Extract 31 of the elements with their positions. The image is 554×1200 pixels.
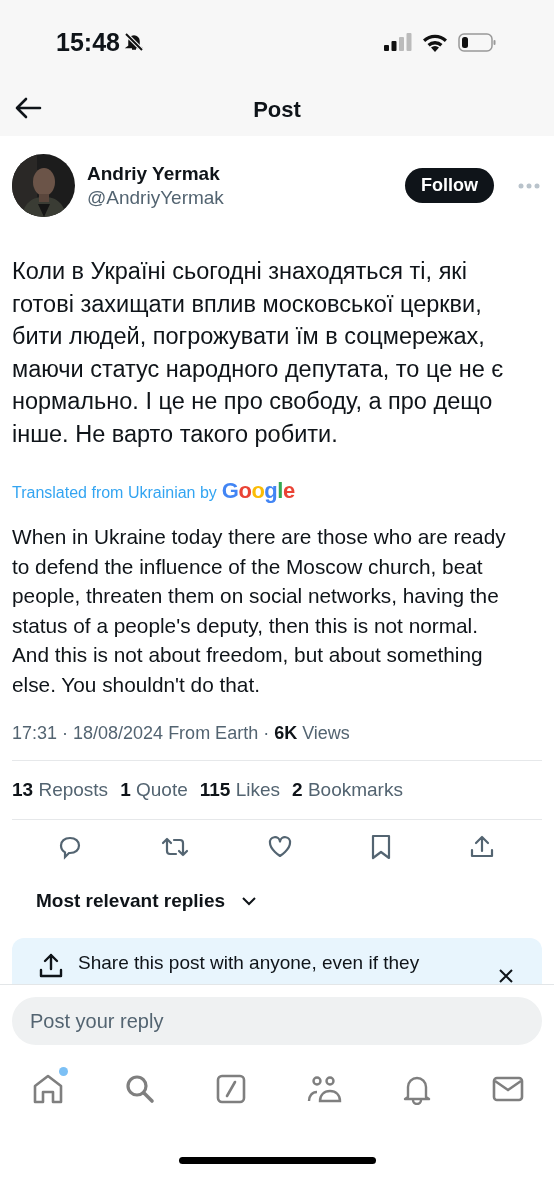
signal-icon bbox=[384, 33, 412, 51]
stat-count[interactable]: 1 Quote bbox=[120, 779, 188, 801]
share-tip-text: Share this post with anyone, even if they bbox=[78, 952, 421, 974]
home-icon[interactable] bbox=[32, 1073, 64, 1105]
follow-button[interactable]: Follow bbox=[405, 168, 494, 203]
search-icon[interactable] bbox=[124, 1073, 156, 1105]
author-name[interactable]: Andriy Yermak bbox=[87, 162, 393, 185]
close-icon[interactable] bbox=[498, 968, 514, 984]
sort-label[interactable]: Most relevant replies bbox=[36, 890, 226, 912]
people-icon[interactable] bbox=[306, 1075, 342, 1103]
bookmark-icon[interactable] bbox=[370, 834, 393, 860]
stat-count[interactable]: 115 Likes bbox=[199, 779, 281, 801]
translated-text: When in Ukraine today there are those who are ready to defend the influence of the Moscow church, beat people, threaten them on social networks, having the status of a people's deputy, then this is not normal. And this is not about freedom, but about something else. You shouldn't do that. bbox=[12, 524, 507, 698]
battery-icon bbox=[458, 32, 496, 52]
translation-note: Translated from Ukrainian by bbox=[12, 484, 217, 502]
post-meta: 17:31 · 18/08/2024 From Earth · 6K Views bbox=[12, 723, 351, 744]
wifi-icon bbox=[422, 32, 448, 52]
author-handle[interactable]: @AndriyYermak bbox=[87, 186, 393, 209]
share-icon bbox=[38, 952, 64, 978]
translation-brand: Google bbox=[221, 478, 295, 504]
clock-time: 15:48 bbox=[56, 27, 120, 57]
envelope-icon[interactable] bbox=[492, 1075, 524, 1103]
stat-count[interactable]: 13 Reposts bbox=[12, 779, 109, 801]
compose-icon[interactable] bbox=[216, 1074, 246, 1104]
heart-icon[interactable] bbox=[266, 835, 293, 859]
chevron-down-icon[interactable] bbox=[241, 896, 258, 906]
stat-count[interactable]: 2 Bookmarks bbox=[292, 779, 403, 801]
post-text: Коли в Україні сьогодні знаходяться ті, які готові захищати вплив московської церкви, бити людей, погрожувати їм в соцмережах, маючи статус народного депутата, то це не є нормально. І це не про свободу, а про дещо інше. Не варто такого робити. bbox=[12, 257, 505, 449]
reply-field[interactable]: Post your reply bbox=[12, 997, 542, 1045]
share-icon[interactable] bbox=[469, 834, 496, 860]
page-title: Post bbox=[253, 97, 301, 123]
